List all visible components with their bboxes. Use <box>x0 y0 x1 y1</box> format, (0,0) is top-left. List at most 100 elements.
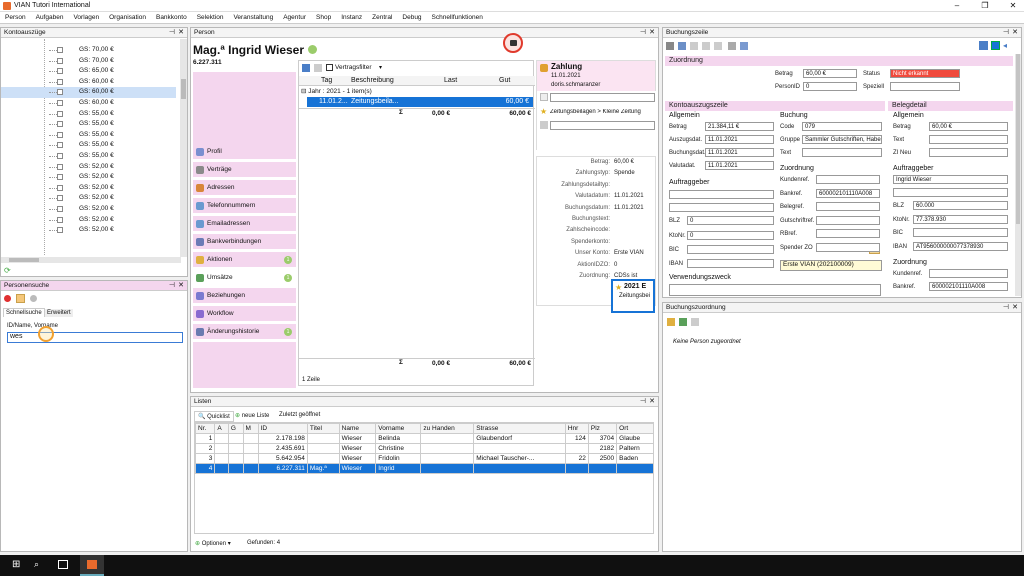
column-header[interactable]: Hnr <box>564 423 589 434</box>
field-value[interactable] <box>816 242 880 252</box>
konto-select[interactable]: Erste VIAN (202100009) <box>780 260 882 271</box>
nav-item[interactable]: Emailadressen <box>193 216 296 232</box>
column-header[interactable]: Titel <box>306 423 340 434</box>
row-checkbox[interactable] <box>57 216 63 223</box>
row-checkbox[interactable] <box>57 57 63 64</box>
list-item[interactable]: GS: 65,00 € <box>1 66 176 77</box>
menu-item[interactable]: Agentur <box>278 12 311 21</box>
add-person-icon[interactable] <box>679 318 687 326</box>
nav-item[interactable]: Adressen <box>193 180 296 196</box>
column-header[interactable]: M <box>242 423 259 434</box>
minimize-button[interactable]: – <box>950 1 964 10</box>
vertical-scrollbar[interactable] <box>1015 54 1021 296</box>
list-item[interactable]: GS: 55,00 € <box>1 151 176 162</box>
row-checkbox[interactable] <box>57 206 63 212</box>
group-row[interactable]: ⊟ Jahr : 2021 - 1 item(s) <box>301 87 372 95</box>
list-item[interactable]: GS: 60,00 € <box>1 98 176 109</box>
menu-item[interactable]: Selektion <box>192 12 229 21</box>
field-value[interactable] <box>802 148 882 157</box>
add-icon[interactable] <box>308 45 317 54</box>
row-checkbox[interactable] <box>57 121 63 128</box>
list-item[interactable]: GS: 55,00 € <box>1 140 176 151</box>
field-value[interactable]: 21.384,11 € <box>705 122 774 131</box>
column-header[interactable]: Vorname <box>375 423 422 434</box>
nav-item[interactable]: Aktionen 1 <box>193 252 296 268</box>
field-value[interactable] <box>816 175 880 184</box>
cancel-icon[interactable] <box>30 295 37 302</box>
menu-item[interactable]: Vorlagen <box>68 12 104 21</box>
column-header[interactable]: G <box>227 423 244 434</box>
personid-field[interactable]: 0 <box>803 82 857 91</box>
clear-icon[interactable] <box>4 295 11 302</box>
list-icon[interactable] <box>678 42 686 50</box>
row-checkbox[interactable] <box>57 142 63 149</box>
menu-item[interactable]: Person <box>0 12 31 21</box>
menu-item[interactable]: Shop <box>311 12 336 21</box>
col-last[interactable]: Last <box>444 77 457 84</box>
nav-item[interactable]: Workflow <box>193 306 296 322</box>
horizontal-scrollbar[interactable] <box>1 257 181 263</box>
beleg-name-field-2[interactable] <box>893 188 1008 197</box>
row-checkbox[interactable] <box>57 163 63 170</box>
grid-row-selected[interactable]: 11.01.2... Zeitungsbeila... 60,00 € <box>307 97 533 107</box>
col-gut[interactable]: Gut <box>499 77 510 84</box>
column-header[interactable]: A <box>214 423 229 434</box>
row-checkbox[interactable] <box>57 184 63 191</box>
field-value[interactable] <box>929 148 1008 157</box>
speziell-field[interactable] <box>890 82 960 91</box>
nav-item[interactable]: Profil <box>193 144 296 160</box>
column-header[interactable]: Plz <box>587 423 618 434</box>
pin-icon[interactable]: ⊣ <box>169 281 175 289</box>
print-icon[interactable] <box>728 42 736 50</box>
field-value[interactable]: 600002101110A008 <box>816 188 880 198</box>
nav-item[interactable]: Telefonnummern <box>193 198 296 214</box>
row-checkbox[interactable] <box>57 78 63 85</box>
close-button[interactable]: ✕ <box>1006 1 1020 10</box>
copy-icon[interactable] <box>690 42 698 50</box>
arrow-left-icon[interactable]: ◂ <box>1003 41 1012 50</box>
row-checkbox[interactable] <box>57 153 63 159</box>
pin-icon[interactable]: ⊣ <box>1003 303 1009 311</box>
menu-item[interactable]: Instanz <box>336 12 367 21</box>
bic-field[interactable] <box>687 245 774 254</box>
status-field[interactable]: Nicht erkannt <box>890 69 960 78</box>
note-field[interactable] <box>550 93 655 102</box>
options-button[interactable]: ⊕ Optionen ▾ <box>195 540 231 547</box>
search-input[interactable]: wes <box>7 332 183 343</box>
vertragsfilter-label[interactable]: Vertragsfilter <box>335 64 372 71</box>
list-item[interactable]: GS: 52,00 € <box>1 183 176 194</box>
field-value[interactable]: Sammler Gutschriften, Haben <box>802 135 882 144</box>
list-item[interactable]: GS: 55,00 € <box>1 119 176 130</box>
chevron-down-icon[interactable]: ▾ <box>379 64 382 71</box>
auftraggeber-field[interactable] <box>669 190 774 199</box>
nav-item[interactable]: Änderungshistorie 1 <box>193 324 296 340</box>
nav-item[interactable]: Verträge <box>193 162 296 178</box>
kampagne-card[interactable]: ★ 2021 E Zeitungsbei <box>611 279 655 313</box>
field-value[interactable]: 600002101110A008 <box>929 282 1008 291</box>
filter-checkbox[interactable] <box>326 64 333 71</box>
field-value[interactable]: AT956000000077378930 <box>913 241 1008 251</box>
maximize-button[interactable]: ❐ <box>978 1 992 10</box>
list-item[interactable]: GS: 55,00 € <box>1 109 176 120</box>
list-item[interactable]: GS: 52,00 € <box>1 204 176 215</box>
nav-item[interactable]: Bankverbindungen <box>193 234 296 250</box>
close-icon[interactable]: ✕ <box>1012 303 1018 311</box>
field-value[interactable] <box>816 229 880 238</box>
menu-item[interactable]: Debug <box>397 12 426 21</box>
nav-item[interactable]: Umsätze 1 <box>193 270 296 286</box>
search-icon[interactable] <box>16 294 25 303</box>
note-icon[interactable] <box>540 93 548 101</box>
list-item[interactable]: GS: 55,00 € <box>1 130 176 141</box>
row-checkbox[interactable] <box>57 47 63 53</box>
column-header[interactable]: zu Handen <box>420 423 475 434</box>
nav-item[interactable]: Beziehungen <box>193 288 296 304</box>
user-icon[interactable] <box>740 42 748 50</box>
table-row[interactable]: 4 6.227.311 Mag.ª Wieser Ingrid <box>195 463 653 474</box>
field-value[interactable] <box>816 215 880 225</box>
windows-start-icon[interactable]: ⊞ <box>12 560 22 570</box>
search-icon[interactable]: ⌕ <box>34 559 39 570</box>
row-checkbox[interactable] <box>57 227 63 234</box>
menu-item[interactable]: Organisation <box>104 12 151 21</box>
field-value[interactable] <box>913 228 1008 237</box>
row-checkbox[interactable] <box>57 195 63 202</box>
